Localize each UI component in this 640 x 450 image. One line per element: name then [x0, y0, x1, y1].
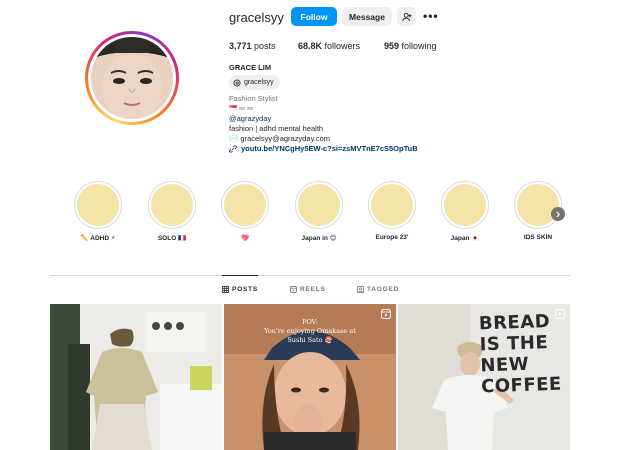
link-icon — [229, 144, 237, 153]
highlight-cover-image — [371, 184, 413, 226]
profile-category: Fashion Stylist — [229, 94, 278, 103]
message-button[interactable]: Message — [342, 7, 392, 26]
highlight-cover — [221, 181, 269, 229]
following-link[interactable]: 959 following — [384, 41, 437, 51]
highlights-next-button[interactable] — [551, 207, 565, 221]
tab-tagged-label: TAGGED — [367, 286, 400, 293]
highlight-cover-image — [224, 184, 266, 226]
following-count-value: 959 — [384, 41, 400, 51]
more-options-icon[interactable]: ••• — [423, 9, 439, 23]
post-overlay-line: NEW — [480, 353, 530, 377]
decorative-icon — [239, 106, 254, 110]
highlight-cover — [295, 181, 343, 229]
highlight-cover-image — [444, 184, 486, 226]
profile-full-name: GRACE LIM — [229, 63, 272, 72]
highlight-cover-image — [151, 184, 193, 226]
avatar — [91, 37, 173, 119]
post-thumbnail[interactable] — [50, 304, 222, 450]
tagged-icon — [357, 286, 364, 293]
story-highlight[interactable]: 💖 — [221, 181, 269, 242]
posts-count-value: 3,771 — [229, 41, 252, 51]
post-overlay-line: IS THE — [479, 332, 549, 356]
tabs-divider — [50, 275, 570, 276]
avatar-portrait — [91, 37, 173, 119]
profile-avatar-ring[interactable] — [85, 31, 179, 125]
story-highlight[interactable]: ✏️ ADHD ⚡ — [74, 181, 122, 242]
story-highlight[interactable]: Japan 🇯🇵 — [441, 181, 489, 242]
tab-posts-label: POSTS — [232, 286, 259, 293]
reel-icon — [555, 309, 565, 319]
story-highlight[interactable]: Europe 23' — [368, 181, 416, 241]
profile-username: gracelsyy — [229, 10, 284, 25]
post-image — [50, 304, 222, 450]
reels-icon — [290, 286, 297, 293]
highlight-cover-image — [517, 184, 559, 226]
bio-email: ✉️ gracelsyy@agrazyday.com — [229, 134, 331, 143]
following-label: following — [399, 41, 437, 51]
post-overlay-line: Sushi Sato 🍣 — [287, 336, 333, 344]
tab-posts[interactable]: POSTS — [222, 286, 258, 293]
grid-icon — [222, 286, 229, 293]
active-tab-indicator — [222, 275, 258, 276]
highlight-cover-image — [77, 184, 119, 226]
post-overlay-line: You're enjoying Omakase at — [264, 327, 356, 335]
post-overlay-line: BREAD — [478, 310, 551, 335]
post-caption-overlay: POV: You're enjoying Omakase at Sushi Sa… — [224, 318, 396, 345]
post-thumbnail[interactable]: POV: You're enjoying Omakase at Sushi Sa… — [224, 304, 396, 450]
bio-flag-row: 🇸🇬 — [229, 104, 255, 112]
highlight-cover-image — [298, 184, 340, 226]
highlight-cover — [441, 181, 489, 229]
threads-handle: gracelsyy — [244, 79, 274, 86]
story-highlight[interactable]: SOLO 🇫🇷 — [148, 181, 196, 242]
highlight-cover — [74, 181, 122, 229]
post-overlay-text: BREAD IS THE NEW COFFEE — [478, 310, 563, 398]
post-thumbnail[interactable]: BREAD IS THE NEW COFFEE — [398, 304, 570, 450]
threads-badge[interactable]: gracelsyy — [229, 75, 280, 90]
story-highlight[interactable]: Japan in 😊 — [295, 181, 343, 242]
posts-count: 3,771 posts — [229, 41, 276, 51]
story-highlight[interactable]: IDS SKIN — [514, 181, 562, 241]
tab-reels-label: REELS — [300, 286, 326, 293]
follow-button[interactable]: Follow — [291, 7, 337, 26]
avatar-border — [88, 34, 176, 122]
flag-emoji: 🇸🇬 — [229, 105, 238, 112]
reel-icon — [381, 309, 391, 319]
post-overlay-line: POV: — [302, 318, 318, 326]
bio-external-link[interactable]: youtu.be/YNCgHy5EW-c?si=zsMVTnE7cS5OpTuB — [229, 144, 418, 153]
post-overlay-line: COFFEE — [480, 373, 563, 398]
add-person-icon — [401, 12, 412, 21]
highlight-cover — [148, 181, 196, 229]
tab-tagged[interactable]: TAGGED — [357, 286, 399, 293]
tab-reels[interactable]: REELS — [290, 286, 326, 293]
followers-label: followers — [322, 41, 361, 51]
highlight-cover — [514, 181, 562, 229]
posts-count-label: posts — [251, 41, 276, 51]
highlight-label: IDS SKIN — [523, 234, 553, 241]
bio-mention-link[interactable]: @agrazyday — [229, 114, 271, 123]
highlight-cover — [368, 181, 416, 229]
chevron-right-icon — [556, 210, 561, 218]
suggested-accounts-button[interactable] — [397, 7, 416, 26]
bio-line: fashion | adhd mental health — [229, 124, 324, 133]
followers-link[interactable]: 68.8K followers — [298, 41, 360, 51]
threads-icon — [233, 79, 241, 86]
bio-link-text: youtu.be/YNCgHy5EW-c?si=zsMVTnE7cS5OpTuB — [241, 144, 418, 153]
followers-count-value: 68.8K — [298, 41, 323, 51]
